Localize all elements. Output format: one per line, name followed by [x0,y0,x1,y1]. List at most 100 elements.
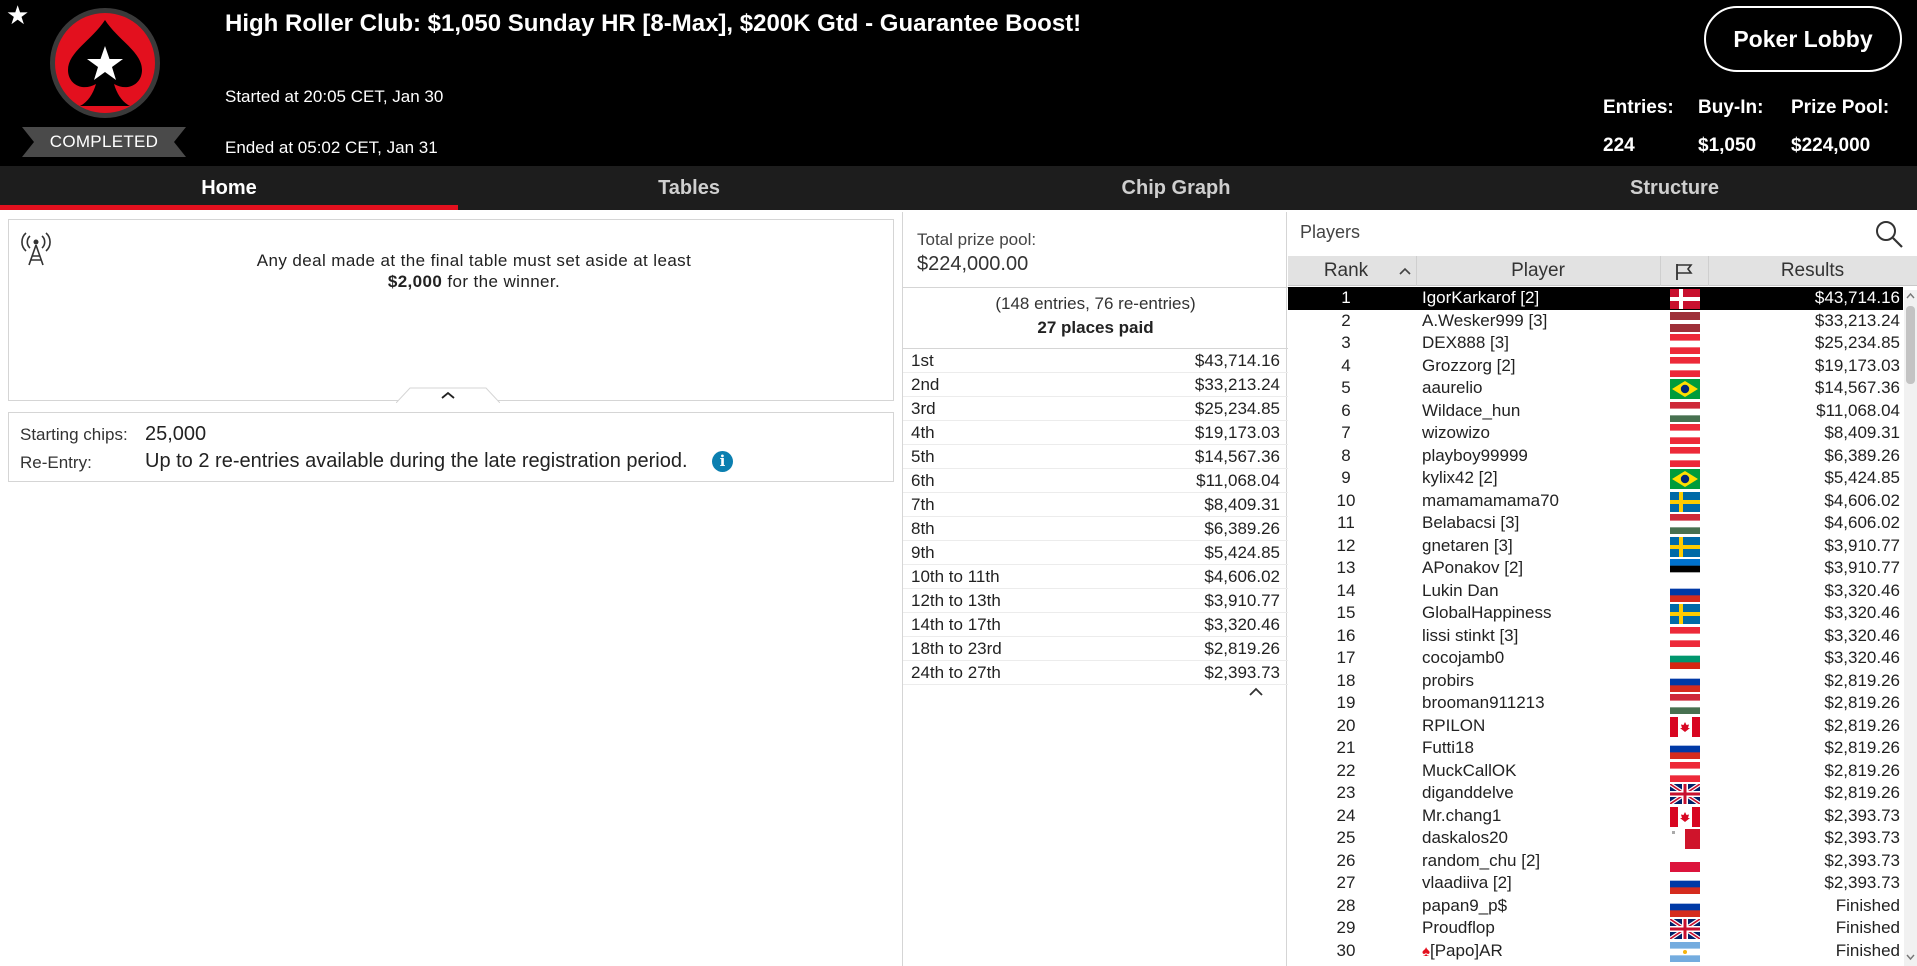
player-result: Finished [1835,918,1900,937]
column-header-results[interactable]: Results [1708,256,1917,286]
payout-row: 3rd $25,234.85 [903,397,1288,421]
player-row[interactable]: 30 ♠[Papo]AR Finished [1288,940,1903,963]
player-row[interactable]: 2 A.Wesker999 [3] $33,213.24 [1288,310,1903,333]
players-scrollbar[interactable] [1904,290,1917,966]
brazil-flag-icon [1670,469,1700,489]
player-rank: 24 [1336,805,1356,825]
player-name-cell: brooman911213 [1422,692,1545,715]
player-row[interactable]: 21 Futti18 $2,819.26 [1288,737,1903,760]
player-row[interactable]: 26 random_chu [2] $2,393.73 [1288,850,1903,873]
player-rank: 6 [1341,400,1351,420]
player-result: $8,409.31 [1824,423,1900,442]
player-rank: 13 [1336,558,1356,577]
player-row[interactable]: 15 GlobalHappiness $3,320.46 [1288,602,1903,625]
player-rank: 28 [1336,895,1356,915]
player-result: $3,910.77 [1824,558,1900,577]
reentry-label: Re-Entry: [20,453,92,472]
player-row[interactable]: 9 kylix42 [2] $5,424.85 [1288,467,1903,490]
player-name-cell: MuckCallOK [1422,760,1516,783]
player-row[interactable]: 14 Lukin Dan $3,320.46 [1288,580,1903,603]
player-row[interactable]: 5 aaurelio $14,567.36 [1288,377,1903,400]
tab-home[interactable]: Home [0,166,458,210]
austria-flag-icon [1670,356,1700,377]
tab-tables[interactable]: Tables [458,166,920,210]
player-name: APonakov [2] [1422,558,1524,577]
payout-place: 12th to 13th [911,591,1001,610]
column-header-rank[interactable]: Rank [1288,256,1404,286]
player-row[interactable]: 17 cocojamb0 $3,320.46 [1288,647,1903,670]
player-row[interactable]: 24 Mr.chang1 $2,393.73 [1288,805,1903,828]
payout-amount: $25,234.85 [1194,399,1280,418]
tab-chip-graph[interactable]: Chip Graph [920,166,1432,210]
player-name: DEX888 [3] [1422,333,1509,352]
player-row[interactable]: 23 diganddelve $2,819.26 [1288,782,1903,806]
status-badge-label: COMPLETED [49,132,159,151]
player-result: $2,819.26 [1824,693,1900,712]
poker-lobby-button[interactable]: Poker Lobby [1704,6,1902,72]
payout-row: 7th $8,409.31 [903,493,1288,517]
player-result: Finished [1835,895,1900,915]
pokerstars-pro-spade-icon: ♠ [1422,942,1430,960]
player-row[interactable]: 4 Grozzorg [2] $19,173.03 [1288,355,1903,378]
buyin-label: Buy-In: [1698,97,1764,118]
favorite-star-icon[interactable]: ★ [6,2,29,28]
player-rank: 2 [1341,310,1351,330]
malta-flag-icon [1670,829,1700,849]
tab-structure[interactable]: Structure [1432,166,1917,210]
player-row[interactable]: 7 wizowizo $8,409.31 [1288,422,1903,445]
prizepool-value: $224,000 [1791,135,1871,156]
player-name-cell: DEX888 [3] [1422,332,1509,355]
payout-place: 6th [911,471,935,490]
player-name-cell: Grozzorg [2] [1422,355,1516,378]
buyin-value: $1,050 [1698,135,1757,156]
payout-amount: $11,068.04 [1196,471,1280,490]
player-row[interactable]: 13 APonakov [2] $3,910.77 [1288,557,1903,580]
scroll-up-arrow-icon[interactable] [1906,292,1915,302]
info-icon[interactable]: i [712,451,733,472]
player-row[interactable]: 28 papan9_p$ Finished [1288,895,1903,918]
player-rank: 12 [1336,535,1356,555]
player-row[interactable]: 8 playboy99999 $6,389.26 [1288,445,1903,468]
player-result: $2,819.26 [1824,783,1900,802]
entries-breakdown: (148 entries, 76 re-entries) [995,294,1196,313]
payout-amount: $2,819.26 [1204,639,1280,658]
player-result: $2,393.73 [1824,805,1900,825]
player-row[interactable]: 3 DEX888 [3] $25,234.85 [1288,332,1903,355]
prizepool-label: Prize Pool: [1791,97,1890,118]
player-name-cell: random_chu [2] [1422,850,1540,873]
player-row[interactable]: 10 mamamamama70 $4,606.02 [1288,490,1903,513]
sort-ascending-icon[interactable] [1398,266,1412,276]
player-row[interactable]: 19 brooman911213 $2,819.26 [1288,692,1903,715]
player-name-cell: Mr.chang1 [1422,805,1501,828]
player-rank: 21 [1336,738,1356,757]
player-row[interactable]: 25 daskalos20 $2,393.73 [1288,827,1903,850]
collapse-announcement-button[interactable] [395,387,501,404]
player-result: $25,234.85 [1814,333,1900,352]
player-result: $4,606.02 [1824,490,1900,510]
player-rank: 15 [1336,603,1356,622]
payout-amount: $14,567.36 [1194,447,1280,466]
player-name-cell: IgorKarkarof [2] [1422,287,1539,310]
player-row[interactable]: 12 gnetaren [3] $3,910.77 [1288,535,1903,558]
player-name: mamamamama70 [1422,490,1559,510]
player-row[interactable]: 16 lissi stinkt [3] $3,320.46 [1288,625,1903,648]
player-row[interactable]: 11 Belabacsi [3] $4,606.02 [1288,512,1903,535]
player-row[interactable]: 29 Proudflop Finished [1288,917,1903,941]
player-result: $14,567.36 [1814,378,1900,397]
player-name: Wildace_hun [1422,400,1521,420]
scroll-down-arrow-icon[interactable] [1906,953,1915,963]
player-row[interactable]: 22 MuckCallOK $2,819.26 [1288,760,1903,783]
player-row[interactable]: 27 vlaadiiva [2] $2,393.73 [1288,872,1903,895]
column-header-player[interactable]: Player [1416,256,1660,286]
scrollbar-thumb[interactable] [1906,306,1915,384]
player-row[interactable]: 20 RPILON $2,819.26 [1288,715,1903,738]
search-icon[interactable] [1874,219,1904,249]
country-flag-column-icon[interactable] [1674,263,1694,281]
player-row[interactable]: 6 Wildace_hun $11,068.04 [1288,400,1903,423]
collapse-payouts-chevron-up-icon[interactable] [1248,684,1264,700]
player-rank: 29 [1336,918,1356,937]
payout-place: 18th to 23rd [911,639,1002,658]
player-row[interactable]: 18 probirs $2,819.26 [1288,670,1903,693]
player-row[interactable]: 1 IgorKarkarof [2] $43,714.16 [1288,287,1903,310]
player-name: brooman911213 [1422,693,1545,712]
